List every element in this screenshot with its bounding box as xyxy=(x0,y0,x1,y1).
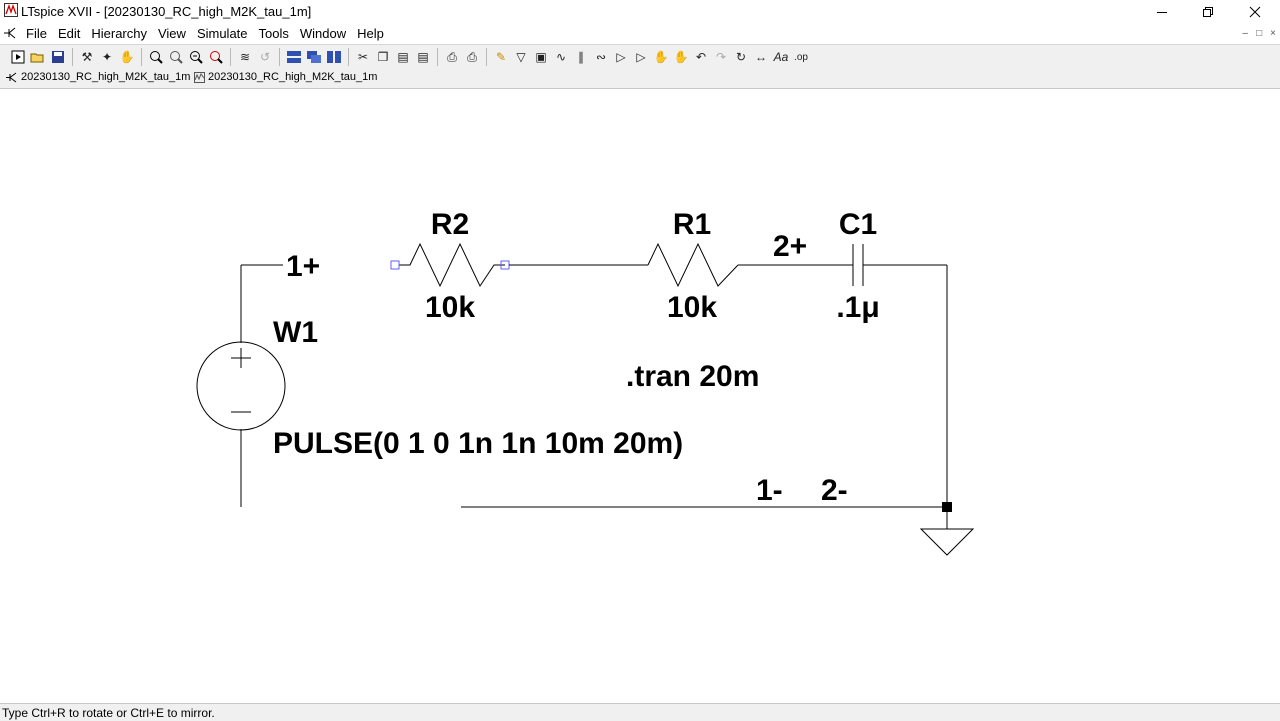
mdi-restore-icon[interactable]: □ xyxy=(1256,28,1262,39)
toolbar-separator xyxy=(486,48,487,66)
resistor-r2-symbol[interactable] xyxy=(399,242,505,288)
tab-label: 20230130_RC_high_M2K_tau_1m xyxy=(208,71,378,83)
close-icon xyxy=(1249,6,1261,18)
net-label-2plus[interactable]: 2+ xyxy=(773,230,807,263)
print-icon[interactable]: ⎙ xyxy=(462,48,482,66)
resistor-r1-symbol[interactable] xyxy=(647,242,739,288)
schematic-canvas[interactable]: R2 10k R1 10k C1 .1μ W1 PULSE(0 1 0 1n 1… xyxy=(0,89,1280,703)
r1-value-label[interactable]: 10k xyxy=(667,291,717,324)
w1-value-label[interactable]: PULSE(0 1 0 1n 1n 10m 20m) xyxy=(273,427,683,460)
waveform-icon xyxy=(194,71,205,83)
menu-file[interactable]: File xyxy=(26,26,47,41)
c1-value-label[interactable]: .1μ xyxy=(836,291,879,324)
inductor-icon[interactable]: ∾ xyxy=(591,48,611,66)
drag-icon[interactable]: ✋ xyxy=(671,48,691,66)
spice-directive-icon[interactable]: .op xyxy=(791,48,811,66)
zoom-fit-icon[interactable] xyxy=(206,48,226,66)
control-panel-icon[interactable]: ⚒ xyxy=(77,48,97,66)
paste-icon[interactable]: ▤ xyxy=(393,48,413,66)
schematic-icon xyxy=(6,72,17,82)
copy-icon[interactable]: ❐ xyxy=(373,48,393,66)
open-icon[interactable] xyxy=(28,48,48,66)
diode-icon[interactable]: ▷ xyxy=(611,48,631,66)
pan-icon[interactable]: ✋ xyxy=(117,48,137,66)
r1-ref-label[interactable]: R1 xyxy=(673,208,711,241)
document-tabs: 20230130_RC_high_M2K_tau_1m 20230130_RC_… xyxy=(0,69,1280,89)
ground-symbol[interactable] xyxy=(919,528,975,556)
tile-horizontal-icon[interactable] xyxy=(284,48,304,66)
toolbar-separator xyxy=(437,48,438,66)
component-icon[interactable]: ▷ xyxy=(631,48,651,66)
cut-icon[interactable]: ✂ xyxy=(353,48,373,66)
zoom-out-icon[interactable] xyxy=(186,48,206,66)
net-label-1plus[interactable]: 1+ xyxy=(286,250,320,283)
toolbar-separator xyxy=(230,48,231,66)
net-label-2minus[interactable]: 2- xyxy=(821,474,848,507)
toolbar-separator xyxy=(72,48,73,66)
status-bar: Type Ctrl+R to rotate or Ctrl+E to mirro… xyxy=(0,703,1280,721)
menu-window[interactable]: Window xyxy=(300,26,346,41)
toolbar-separator xyxy=(141,48,142,66)
tile-vertical-icon[interactable] xyxy=(324,48,344,66)
ltspice-app-icon[interactable] xyxy=(4,3,18,17)
c1-ref-label[interactable]: C1 xyxy=(839,208,877,241)
minimize-button[interactable] xyxy=(1139,0,1185,24)
toolbar: ⚒ ✦ ✋ ≋ ↺ ✂ ❐ ▤ ▤ ⎙ ⎙ ✎ ▽ ▣ ∿ ∥ ∾ ▷ ▷ ✋ … xyxy=(0,44,1280,70)
move-icon[interactable]: ✋ xyxy=(651,48,671,66)
undo-icon[interactable]: ↶ xyxy=(691,48,711,66)
r2-ref-label[interactable]: R2 xyxy=(431,208,469,241)
net-label-1minus[interactable]: 1- xyxy=(756,474,783,507)
run-icon[interactable] xyxy=(8,48,28,66)
mirror-icon[interactable]: ↔ xyxy=(751,48,771,66)
menu-tools[interactable]: Tools xyxy=(259,26,289,41)
schematic-drawing: R2 10k R1 10k C1 .1μ W1 PULSE(0 1 0 1n 1… xyxy=(196,208,975,556)
find-icon[interactable]: ▤ xyxy=(413,48,433,66)
restore-button[interactable] xyxy=(1185,0,1231,24)
tab-waveform[interactable]: 20230130_RC_high_M2K_tau_1m xyxy=(194,71,377,83)
toolbar-separator xyxy=(348,48,349,66)
label-net-icon[interactable]: ▣ xyxy=(531,48,551,66)
text-icon[interactable]: Aa xyxy=(771,48,791,66)
minimize-icon xyxy=(1157,12,1167,13)
menu-edit[interactable]: Edit xyxy=(58,26,80,41)
r2-value-label[interactable]: 10k xyxy=(425,291,475,324)
draw-wire-icon[interactable]: ✎ xyxy=(491,48,511,66)
toolbar-separator xyxy=(279,48,280,66)
menu-help[interactable]: Help xyxy=(357,26,384,41)
window-title: LTspice XVII - [20230130_RC_high_M2K_tau… xyxy=(21,4,312,19)
rotate-icon[interactable]: ↻ xyxy=(731,48,751,66)
ground-icon[interactable]: ▽ xyxy=(511,48,531,66)
menu-simulate[interactable]: Simulate xyxy=(197,26,248,41)
tab-schematic[interactable]: 20230130_RC_high_M2K_tau_1m xyxy=(6,71,190,83)
print-preview-icon[interactable]: ⎙ xyxy=(442,48,462,66)
tab-label: 20230130_RC_high_M2K_tau_1m xyxy=(21,71,191,83)
zoom-pan-icon[interactable] xyxy=(166,48,186,66)
zoom-back-icon[interactable]: ↺ xyxy=(255,48,275,66)
junction-dot[interactable] xyxy=(942,502,952,512)
menu-view[interactable]: View xyxy=(158,26,186,41)
mdi-close-icon[interactable]: × xyxy=(1270,28,1276,39)
close-button[interactable] xyxy=(1232,0,1278,24)
spice-directive-label[interactable]: .tran 20m xyxy=(626,360,759,393)
capacitor-icon[interactable]: ∥ xyxy=(571,48,591,66)
w1-ref-label[interactable]: W1 xyxy=(273,316,318,349)
cascade-icon[interactable] xyxy=(304,48,324,66)
menu-bar: File Edit Hierarchy View Simulate Tools … xyxy=(0,24,1280,44)
status-text: Type Ctrl+R to rotate or Ctrl+E to mirro… xyxy=(2,706,215,720)
mdi-minimize-icon[interactable]: – xyxy=(1243,28,1249,39)
halt-icon[interactable]: ✦ xyxy=(97,48,117,66)
schematic-doc-icon[interactable] xyxy=(3,26,17,40)
title-bar: LTspice XVII - [20230130_RC_high_M2K_tau… xyxy=(0,0,1280,24)
save-icon[interactable] xyxy=(48,48,68,66)
zoom-in-icon[interactable] xyxy=(146,48,166,66)
redo-icon[interactable]: ↷ xyxy=(711,48,731,66)
resistor-icon[interactable]: ∿ xyxy=(551,48,571,66)
restore-icon xyxy=(1203,7,1213,17)
autorange-icon[interactable]: ≋ xyxy=(235,48,255,66)
pin-r2-a[interactable] xyxy=(390,260,400,270)
menu-hierarchy[interactable]: Hierarchy xyxy=(91,26,147,41)
